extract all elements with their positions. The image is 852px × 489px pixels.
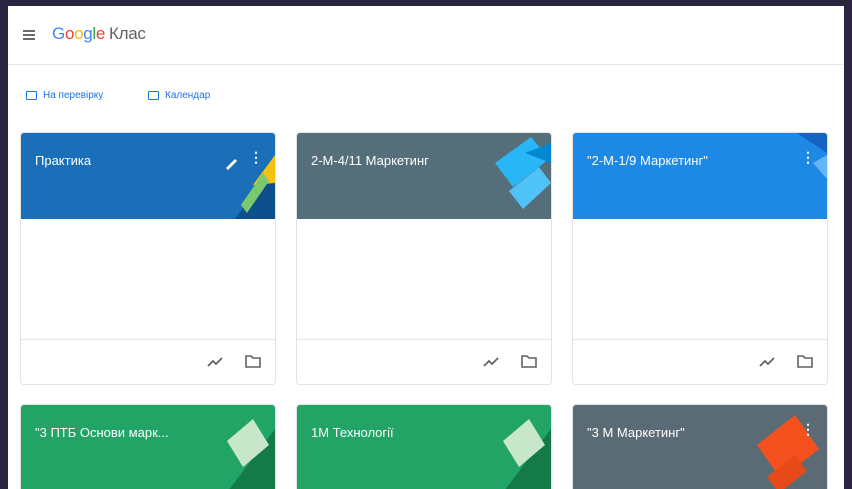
card-body	[21, 219, 275, 340]
card-header[interactable]: "3 ПТБ Основи марк...	[21, 405, 275, 489]
calendar-label: Календар	[165, 90, 211, 101]
trending-up-icon[interactable]	[207, 354, 223, 370]
card-header[interactable]: Практика ⋮	[21, 133, 275, 219]
class-card[interactable]: "2-М-1/9 Маркетинг" ⋮	[572, 132, 828, 385]
pencil-icon	[226, 159, 237, 170]
class-card[interactable]: 2-М-4/11 Маркетинг	[296, 132, 552, 385]
folder-icon[interactable]	[521, 353, 537, 369]
card-header[interactable]: 2-М-4/11 Маркетинг	[297, 133, 551, 219]
illustration-icon	[495, 137, 551, 209]
illustration-icon	[235, 155, 275, 219]
card-footer	[21, 340, 275, 384]
more-options-icon[interactable]: ⋮	[801, 149, 815, 166]
calendar-link[interactable]: Календар	[148, 90, 210, 101]
card-header[interactable]: 1М Технології	[297, 405, 551, 489]
hamburger-menu-icon[interactable]	[23, 30, 35, 40]
class-title[interactable]: "3 ПТБ Основи марк...	[35, 425, 169, 440]
class-title[interactable]: "2-М-1/9 Маркетинг"	[587, 153, 708, 168]
class-card[interactable]: 1М Технології	[296, 404, 552, 489]
class-card[interactable]: "3 М Маркетинг" ⋮	[572, 404, 828, 489]
more-options-icon[interactable]: ⋮	[801, 421, 815, 438]
class-title[interactable]: 2-М-4/11 Маркетинг	[311, 153, 429, 168]
folder-icon[interactable]	[245, 353, 261, 369]
illustration-icon	[757, 415, 819, 489]
card-body	[573, 219, 827, 340]
more-options-icon[interactable]: ⋮	[249, 149, 263, 166]
card-header[interactable]: "3 М Маркетинг" ⋮	[573, 405, 827, 489]
top-bar: Google Клас	[8, 6, 844, 65]
card-footer	[573, 340, 827, 384]
illustration-icon	[227, 419, 275, 489]
app-name: Клас	[109, 24, 146, 43]
to-review-label: На перевірку	[43, 90, 104, 101]
card-header[interactable]: "2-М-1/9 Маркетинг" ⋮	[573, 133, 827, 219]
trending-up-icon[interactable]	[483, 354, 499, 370]
illustration-icon	[503, 419, 551, 489]
card-footer	[297, 340, 551, 384]
to-review-link[interactable]: На перевірку	[26, 90, 103, 101]
checklist-icon	[26, 91, 37, 100]
folder-icon[interactable]	[797, 353, 813, 369]
class-card[interactable]: Практика ⋮	[20, 132, 276, 385]
classroom-window: Google Клас На перевірку Календар Практик…	[8, 6, 844, 489]
trending-up-icon[interactable]	[759, 354, 775, 370]
class-title[interactable]: "3 М Маркетинг"	[587, 425, 685, 440]
class-card[interactable]: "3 ПТБ Основи марк...	[20, 404, 276, 489]
illustration-icon	[797, 133, 827, 179]
class-title[interactable]: 1М Технології	[311, 425, 394, 440]
google-classroom-logo[interactable]: Google Клас	[52, 24, 146, 44]
calendar-icon	[148, 91, 159, 100]
card-body	[297, 219, 551, 340]
class-title[interactable]: Практика	[35, 153, 91, 168]
